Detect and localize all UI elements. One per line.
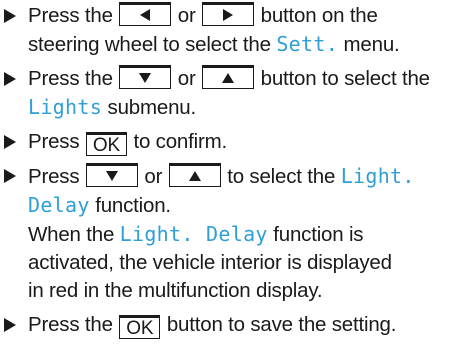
up-arrow-key: [202, 65, 255, 89]
step-5-line-1: Press the OK button to save the setting.: [28, 311, 465, 339]
step-text: submenu.: [107, 96, 197, 119]
step-4-line-5: in red in the multifunction display.: [28, 279, 323, 302]
ok-key: OK: [119, 315, 161, 339]
step-3: Press OK to confirm.: [0, 128, 465, 156]
step-text: to select the: [227, 165, 336, 188]
step-text: function.: [95, 194, 171, 217]
triangle-right-icon: [223, 9, 234, 21]
menu-name-sett: Sett.: [276, 32, 339, 56]
triangle-right-bullet-icon: [4, 135, 16, 149]
step-text: button to save the setting.: [166, 313, 397, 336]
step-2: Press the or button to select the Lights…: [0, 65, 465, 122]
down-arrow-key: [119, 65, 172, 89]
step-text: Press the: [28, 313, 113, 336]
step-text: Press the: [28, 67, 113, 90]
step-text: or: [177, 4, 196, 27]
function-name-light: Light.: [340, 164, 415, 188]
step-text: function is: [273, 223, 364, 246]
step-text: When the: [28, 223, 115, 246]
triangle-right-bullet-icon: [4, 318, 16, 332]
step-4-line-3: When the Light. Delay function is: [28, 220, 465, 249]
triangle-down-icon: [105, 171, 118, 181]
step-4: Press or to select the Light. Delay func…: [0, 162, 465, 305]
step-text: Press the: [28, 4, 113, 27]
triangle-down-icon: [139, 73, 152, 83]
step-3-line-1: Press OK to confirm.: [28, 128, 465, 156]
down-arrow-key: [85, 163, 138, 187]
step-text: to confirm.: [133, 130, 227, 153]
up-arrow-key: [168, 163, 221, 187]
instruction-list: Press the or button on the steering whee…: [0, 2, 465, 345]
step-text: Press: [28, 130, 80, 153]
ok-key: OK: [85, 132, 127, 156]
right-arrow-key: [202, 2, 255, 26]
triangle-left-icon: [140, 9, 151, 21]
step-text: menu.: [343, 33, 400, 56]
step-text: button on the: [260, 4, 378, 27]
step-text: Press: [28, 165, 80, 188]
triangle-up-icon: [222, 73, 235, 83]
step-text: steering wheel to select the: [28, 33, 271, 56]
triangle-right-bullet-icon: [4, 169, 16, 183]
triangle-right-bullet-icon: [4, 72, 16, 86]
step-5: Press the OK button to save the setting.: [0, 311, 465, 339]
step-text: or: [144, 165, 163, 188]
step-2-line-1: Press the or button to select the: [28, 65, 465, 93]
step-text: button to select the: [260, 67, 430, 90]
step-2-line-2: Lights submenu.: [28, 93, 465, 122]
step-1: Press the or button on the steering whee…: [0, 2, 465, 59]
step-1-line-2: steering wheel to select the Sett. menu.: [28, 30, 465, 59]
triangle-up-icon: [188, 171, 201, 181]
step-4-line-2: Delay function.: [28, 191, 465, 220]
left-arrow-key: [119, 2, 172, 26]
menu-name-lights: Lights: [28, 95, 103, 119]
function-name-light-delay: Light. Delay: [119, 222, 268, 246]
step-text: or: [177, 67, 196, 90]
step-1-line-1: Press the or button on the: [28, 2, 465, 30]
step-4-line-1: Press or to select the Light.: [28, 162, 465, 191]
function-name-delay: Delay: [28, 193, 90, 217]
step-4-line-4: activated, the vehicle interior is displ…: [28, 251, 392, 274]
triangle-right-bullet-icon: [4, 9, 16, 23]
